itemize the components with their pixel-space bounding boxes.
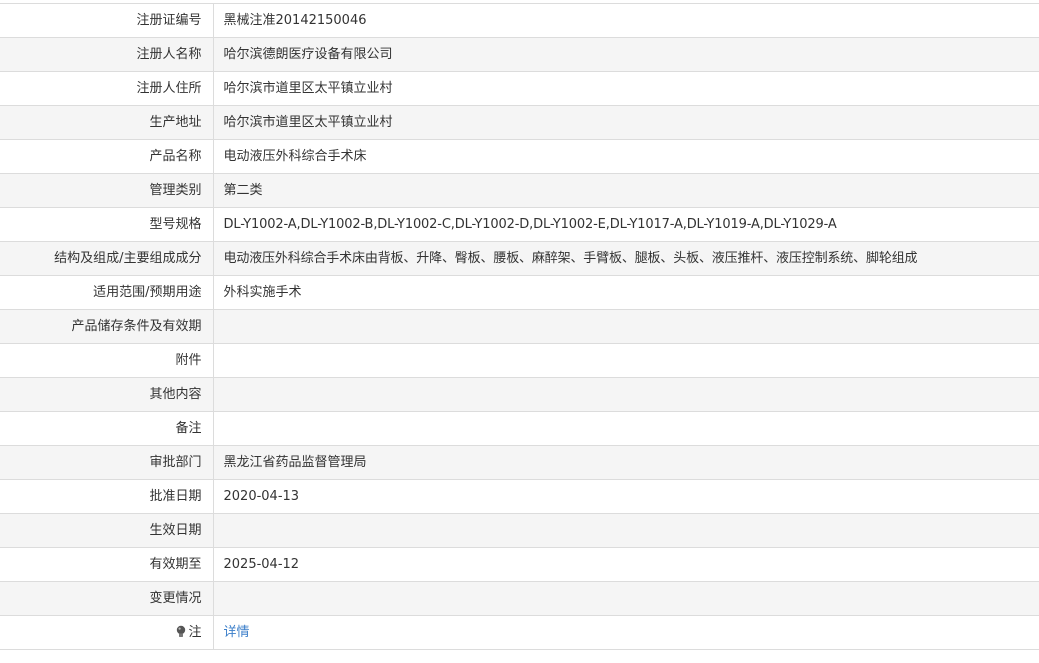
row-model-spec: 型号规格 DL-Y1002-A,DL-Y1002-B,DL-Y1002-C,DL… (0, 207, 1039, 242)
field-label: 变更情况 (0, 581, 214, 616)
field-label: 结构及组成/主要组成成分 (0, 241, 214, 276)
row-attachment: 附件 (0, 343, 1039, 378)
row-registrant-name: 注册人名称 哈尔滨德朗医疗设备有限公司 (0, 37, 1039, 72)
field-value (213, 513, 1039, 548)
field-value: 2025-04-12 (213, 547, 1039, 582)
field-value: 电动液压外科综合手术床由背板、升降、臀板、腰板、麻醉架、手臂板、腿板、头板、液压… (213, 241, 1039, 276)
note-value-cell: 详情 (213, 615, 1039, 650)
row-production-address: 生产地址 哈尔滨市道里区太平镇立业村 (0, 105, 1039, 140)
row-registrant-address: 注册人住所 哈尔滨市道里区太平镇立业村 (0, 71, 1039, 106)
field-label: 产品储存条件及有效期 (0, 309, 214, 344)
field-label: 管理类别 (0, 173, 214, 208)
row-structure-composition: 结构及组成/主要组成成分 电动液压外科综合手术床由背板、升降、臀板、腰板、麻醉架… (0, 241, 1039, 276)
field-label: 生效日期 (0, 513, 214, 548)
row-product-name: 产品名称 电动液压外科综合手术床 (0, 139, 1039, 174)
registration-detail-table: 注册证编号 黑械注准20142150046 注册人名称 哈尔滨德朗医疗设备有限公… (0, 3, 1039, 650)
row-remarks: 备注 (0, 411, 1039, 446)
bulb-icon (176, 625, 186, 638)
field-label: 附件 (0, 343, 214, 378)
row-other-content: 其他内容 (0, 377, 1039, 412)
field-value: 2020-04-13 (213, 479, 1039, 514)
field-value: 外科实施手术 (213, 275, 1039, 310)
field-value: DL-Y1002-A,DL-Y1002-B,DL-Y1002-C,DL-Y100… (213, 207, 1039, 242)
field-label: 生产地址 (0, 105, 214, 140)
note-label-cell: 注 (0, 615, 214, 650)
row-management-category: 管理类别 第二类 (0, 173, 1039, 208)
field-label: 产品名称 (0, 139, 214, 174)
field-value (213, 411, 1039, 446)
field-value: 哈尔滨市道里区太平镇立业村 (213, 71, 1039, 106)
field-value: 第二类 (213, 173, 1039, 208)
field-value (213, 309, 1039, 344)
field-value (213, 377, 1039, 412)
row-registration-number: 注册证编号 黑械注准20142150046 (0, 3, 1039, 38)
field-value (213, 581, 1039, 616)
note-label: 注 (188, 625, 202, 640)
field-value: 黑龙江省药品监督管理局 (213, 445, 1039, 480)
field-label: 注册证编号 (0, 3, 214, 38)
field-label: 注册人名称 (0, 37, 214, 72)
row-effective-date: 生效日期 (0, 513, 1039, 548)
field-value: 黑械注准20142150046 (213, 3, 1039, 38)
row-valid-until: 有效期至 2025-04-12 (0, 547, 1039, 582)
field-label: 批准日期 (0, 479, 214, 514)
field-value: 电动液压外科综合手术床 (213, 139, 1039, 174)
field-value (213, 343, 1039, 378)
field-label: 适用范围/预期用途 (0, 275, 214, 310)
field-label: 注册人住所 (0, 71, 214, 106)
row-intended-use: 适用范围/预期用途 外科实施手术 (0, 275, 1039, 310)
field-label: 有效期至 (0, 547, 214, 582)
row-approval-department: 审批部门 黑龙江省药品监督管理局 (0, 445, 1039, 480)
row-approval-date: 批准日期 2020-04-13 (0, 479, 1039, 514)
field-label: 审批部门 (0, 445, 214, 480)
field-label: 型号规格 (0, 207, 214, 242)
row-storage-conditions: 产品储存条件及有效期 (0, 309, 1039, 344)
row-change-history: 变更情况 (0, 581, 1039, 616)
field-value: 哈尔滨德朗医疗设备有限公司 (213, 37, 1039, 72)
field-value: 哈尔滨市道里区太平镇立业村 (213, 105, 1039, 140)
row-note: 注 详情 (0, 615, 1039, 650)
field-label: 备注 (0, 411, 214, 446)
field-label: 其他内容 (0, 377, 214, 412)
details-link[interactable]: 详情 (224, 625, 250, 640)
